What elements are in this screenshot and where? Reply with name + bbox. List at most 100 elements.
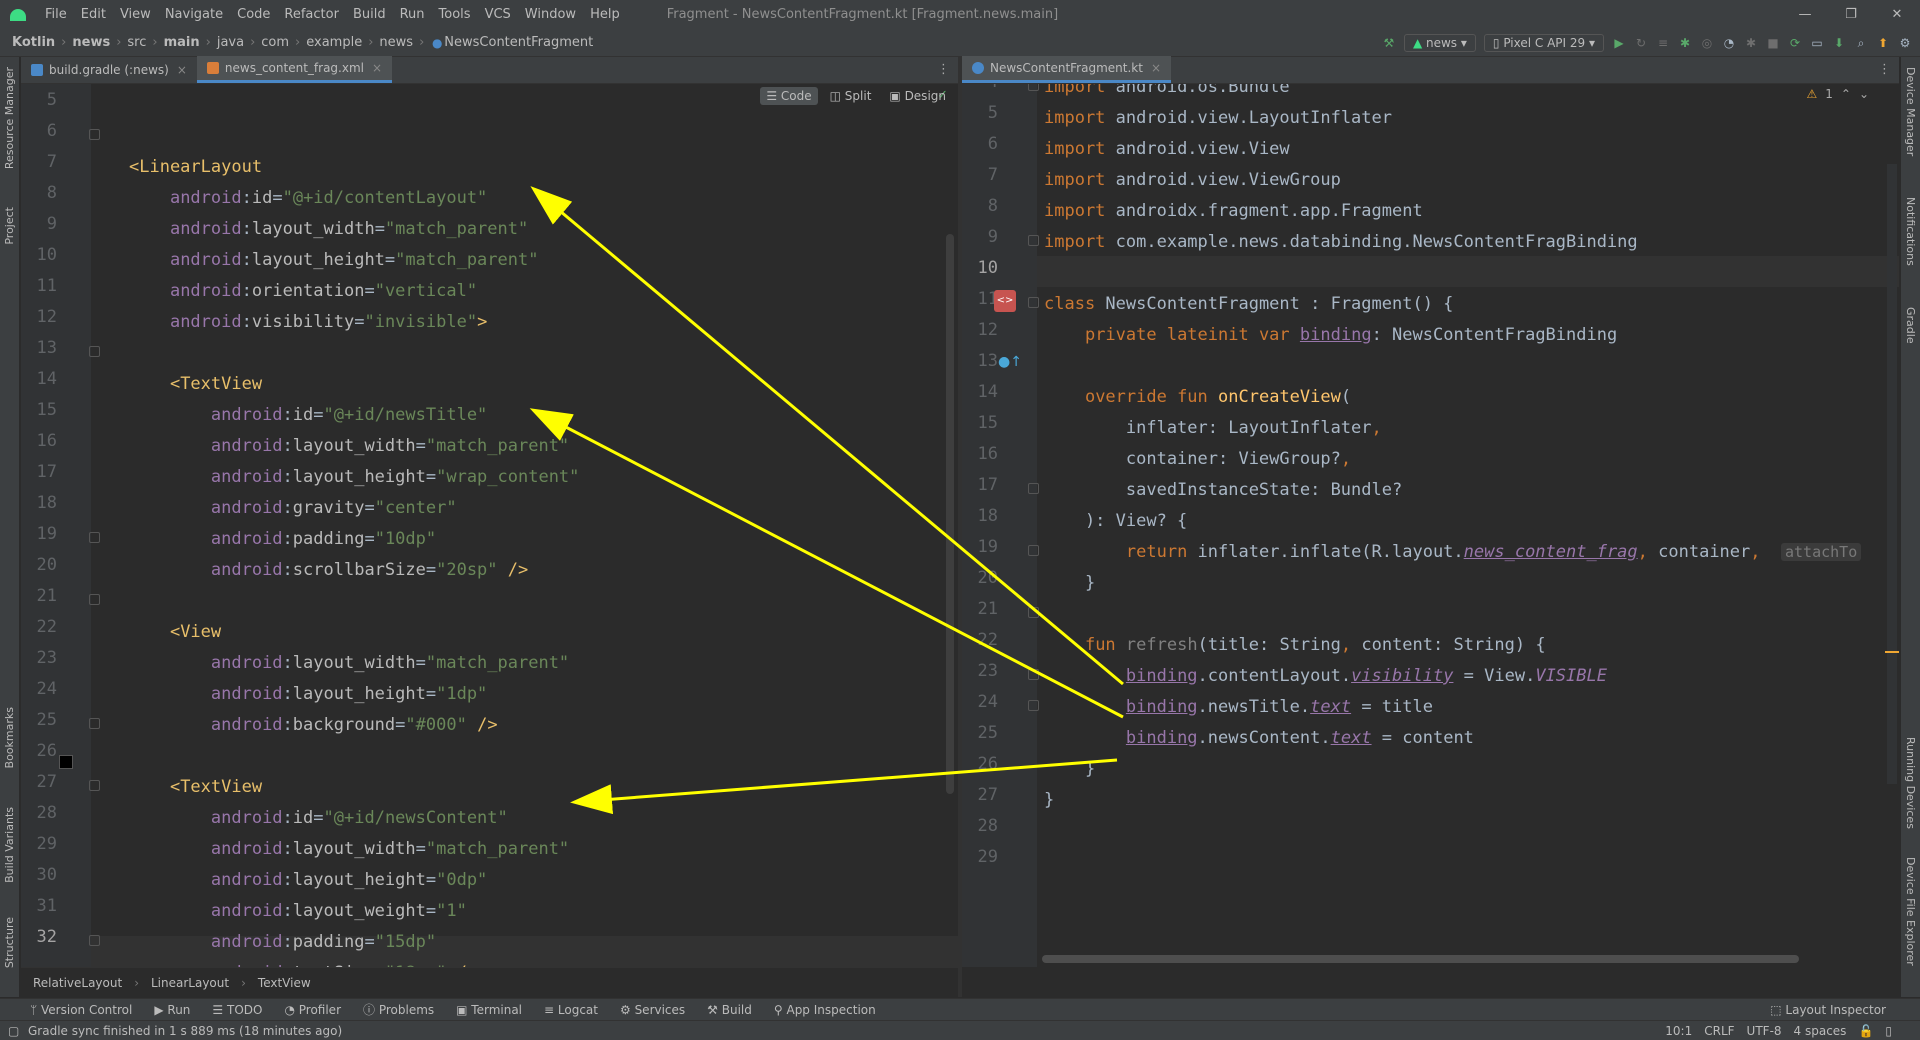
device-dropdown[interactable]: ▯ Pixel C API 29 ▾: [1483, 34, 1604, 52]
build-tab[interactable]: ⚒ Build: [707, 1003, 752, 1017]
services-tab[interactable]: ⚙ Services: [620, 1003, 685, 1017]
fold-marker-icon[interactable]: [89, 780, 100, 791]
tab-build-gradle[interactable]: build.gradle (:news) ×: [21, 56, 197, 83]
breadcrumb-item[interactable]: TextView: [258, 976, 311, 990]
code-mode-button[interactable]: ☰ Code: [760, 87, 818, 105]
menu-edit[interactable]: Edit: [74, 7, 113, 22]
status-message[interactable]: Gradle sync finished in 1 s 889 ms (18 m…: [28, 1024, 342, 1038]
horizontal-scrollbar[interactable]: [1042, 955, 1799, 963]
menu-help[interactable]: Help: [583, 7, 627, 22]
fold-marker-icon[interactable]: [89, 532, 100, 543]
xml-code-area[interactable]: 5 6 7 8 9 10 11 12 13 14 15 16 17 18 19 …: [21, 84, 958, 967]
indent-setting[interactable]: 4 spaces: [1794, 1024, 1847, 1038]
warning-stripe-marker[interactable]: [1885, 651, 1899, 653]
gradle-tab[interactable]: Gradle: [1904, 307, 1917, 344]
menu-window[interactable]: Window: [518, 7, 583, 22]
vertical-scrollbar[interactable]: [946, 234, 954, 794]
color-swatch-icon[interactable]: [59, 755, 73, 769]
split-mode-button[interactable]: ◫ Split: [824, 87, 878, 105]
close-tab-icon[interactable]: ×: [1151, 61, 1161, 75]
update-icon[interactable]: ⬆: [1876, 36, 1890, 50]
tab-news-content-frag-xml[interactable]: news_content_frag.xml ×: [196, 56, 393, 83]
apply-changes-icon[interactable]: ≡: [1656, 36, 1670, 50]
menu-refactor[interactable]: Refactor: [277, 7, 346, 22]
fold-marker-icon[interactable]: [1028, 84, 1039, 91]
breadcrumb-item[interactable]: RelativeLayout: [33, 976, 122, 990]
crumb-class[interactable]: NewsContentFragment: [444, 35, 593, 50]
profiler-tab[interactable]: ◔ Profiler: [284, 1003, 341, 1017]
fold-marker-icon[interactable]: [1028, 235, 1039, 246]
structure-tab[interactable]: Structure: [3, 917, 16, 968]
resource-manager-tab[interactable]: Resource Manager: [3, 67, 16, 169]
build-variants-tab[interactable]: Build Variants: [3, 807, 16, 883]
profile-icon[interactable]: ◔: [1722, 36, 1736, 50]
device-file-explorer-tab[interactable]: Device File Explorer: [1904, 857, 1917, 966]
run-config-dropdown[interactable]: ▲ news ▾: [1403, 34, 1476, 52]
menu-code[interactable]: Code: [230, 7, 277, 22]
menu-run[interactable]: Run: [393, 7, 432, 22]
caret-position[interactable]: 10:1: [1665, 1024, 1692, 1038]
menu-vcs[interactable]: VCS: [478, 7, 518, 22]
todo-tab[interactable]: ☰ TODO: [212, 1003, 262, 1017]
crumb-kotlin[interactable]: Kotlin: [12, 35, 55, 50]
stop-icon[interactable]: ■: [1766, 36, 1780, 50]
project-tab[interactable]: Project: [3, 207, 16, 245]
sdk-manager-icon[interactable]: ⬇: [1832, 36, 1846, 50]
file-encoding[interactable]: UTF-8: [1747, 1024, 1782, 1038]
fold-marker-icon[interactable]: [1028, 607, 1039, 618]
more-options-icon[interactable]: ⋮: [937, 62, 950, 77]
fold-marker-icon[interactable]: [89, 935, 100, 946]
breadcrumb-item[interactable]: LinearLayout: [151, 976, 229, 990]
fold-marker-icon[interactable]: [89, 129, 100, 140]
logcat-tab[interactable]: ≡ Logcat: [544, 1003, 598, 1017]
version-control-tab[interactable]: ᛘ Version Control: [30, 1003, 132, 1017]
fold-marker-icon[interactable]: [1028, 545, 1039, 556]
crumb-src[interactable]: src: [127, 35, 146, 50]
crumb-news-pkg[interactable]: news: [379, 35, 413, 50]
notifications-tab[interactable]: Notifications: [1904, 197, 1917, 266]
crumb-main[interactable]: main: [164, 35, 200, 50]
menu-navigate[interactable]: Navigate: [158, 7, 230, 22]
rerun-icon[interactable]: ↻: [1634, 36, 1648, 50]
minimize-icon[interactable]: —: [1782, 0, 1828, 29]
app-inspection-tab[interactable]: ⚲ App Inspection: [774, 1003, 876, 1017]
design-mode-button[interactable]: ▣ Design: [883, 87, 952, 105]
fold-marker-icon[interactable]: [89, 594, 100, 605]
menu-build[interactable]: Build: [346, 7, 393, 22]
run-tab[interactable]: ▶ Run: [154, 1003, 190, 1017]
attach-debugger-icon[interactable]: ✱: [1744, 36, 1758, 50]
terminal-tab[interactable]: ▣ Terminal: [456, 1003, 522, 1017]
crumb-java[interactable]: java: [217, 35, 244, 50]
menu-tools[interactable]: Tools: [432, 7, 478, 22]
close-tab-icon[interactable]: ×: [372, 61, 382, 75]
lock-icon[interactable]: 🔓: [1858, 1024, 1873, 1038]
tab-news-content-fragment-kt[interactable]: NewsContentFragment.kt ×: [962, 56, 1171, 83]
crumb-example[interactable]: example: [306, 35, 362, 50]
hammer-icon[interactable]: ⚒: [1382, 36, 1396, 50]
close-tab-icon[interactable]: ×: [177, 63, 187, 77]
debug-icon[interactable]: ✱: [1678, 36, 1692, 50]
device-manager-tab[interactable]: Device Manager: [1904, 67, 1917, 156]
fold-marker-icon[interactable]: [1028, 700, 1039, 711]
coverage-icon[interactable]: ◎: [1700, 36, 1714, 50]
layout-inspector-tab[interactable]: ⬚ Layout Inspector: [1770, 1003, 1886, 1017]
problems-tab[interactable]: ⓘ Problems: [363, 1001, 434, 1018]
close-icon[interactable]: ✕: [1874, 0, 1920, 29]
line-separator[interactable]: CRLF: [1704, 1024, 1734, 1038]
fold-marker-icon[interactable]: [1028, 669, 1039, 680]
menu-file[interactable]: File: [38, 7, 74, 22]
fold-marker-icon[interactable]: [89, 718, 100, 729]
fold-marker-icon[interactable]: [1028, 483, 1039, 494]
crumb-news[interactable]: news: [72, 35, 110, 50]
bookmarks-tab[interactable]: Bookmarks: [3, 707, 16, 768]
sync-gradle-icon[interactable]: ⟳: [1788, 36, 1802, 50]
kotlin-code-area[interactable]: 4 5 6 7 8 9 10 11 12 13 14 15 16 17 18 1…: [962, 84, 1899, 967]
more-options-icon[interactable]: ⋮: [1878, 62, 1891, 77]
restore-icon[interactable]: ❐: [1828, 0, 1874, 29]
override-icon[interactable]: ●↑: [998, 354, 1022, 370]
menu-view[interactable]: View: [113, 7, 158, 22]
settings-icon[interactable]: ⚙: [1898, 36, 1912, 50]
device-manager-icon[interactable]: ▭: [1810, 36, 1824, 50]
memory-icon[interactable]: ▯: [1885, 1024, 1892, 1038]
running-devices-tab[interactable]: Running Devices: [1904, 737, 1917, 829]
